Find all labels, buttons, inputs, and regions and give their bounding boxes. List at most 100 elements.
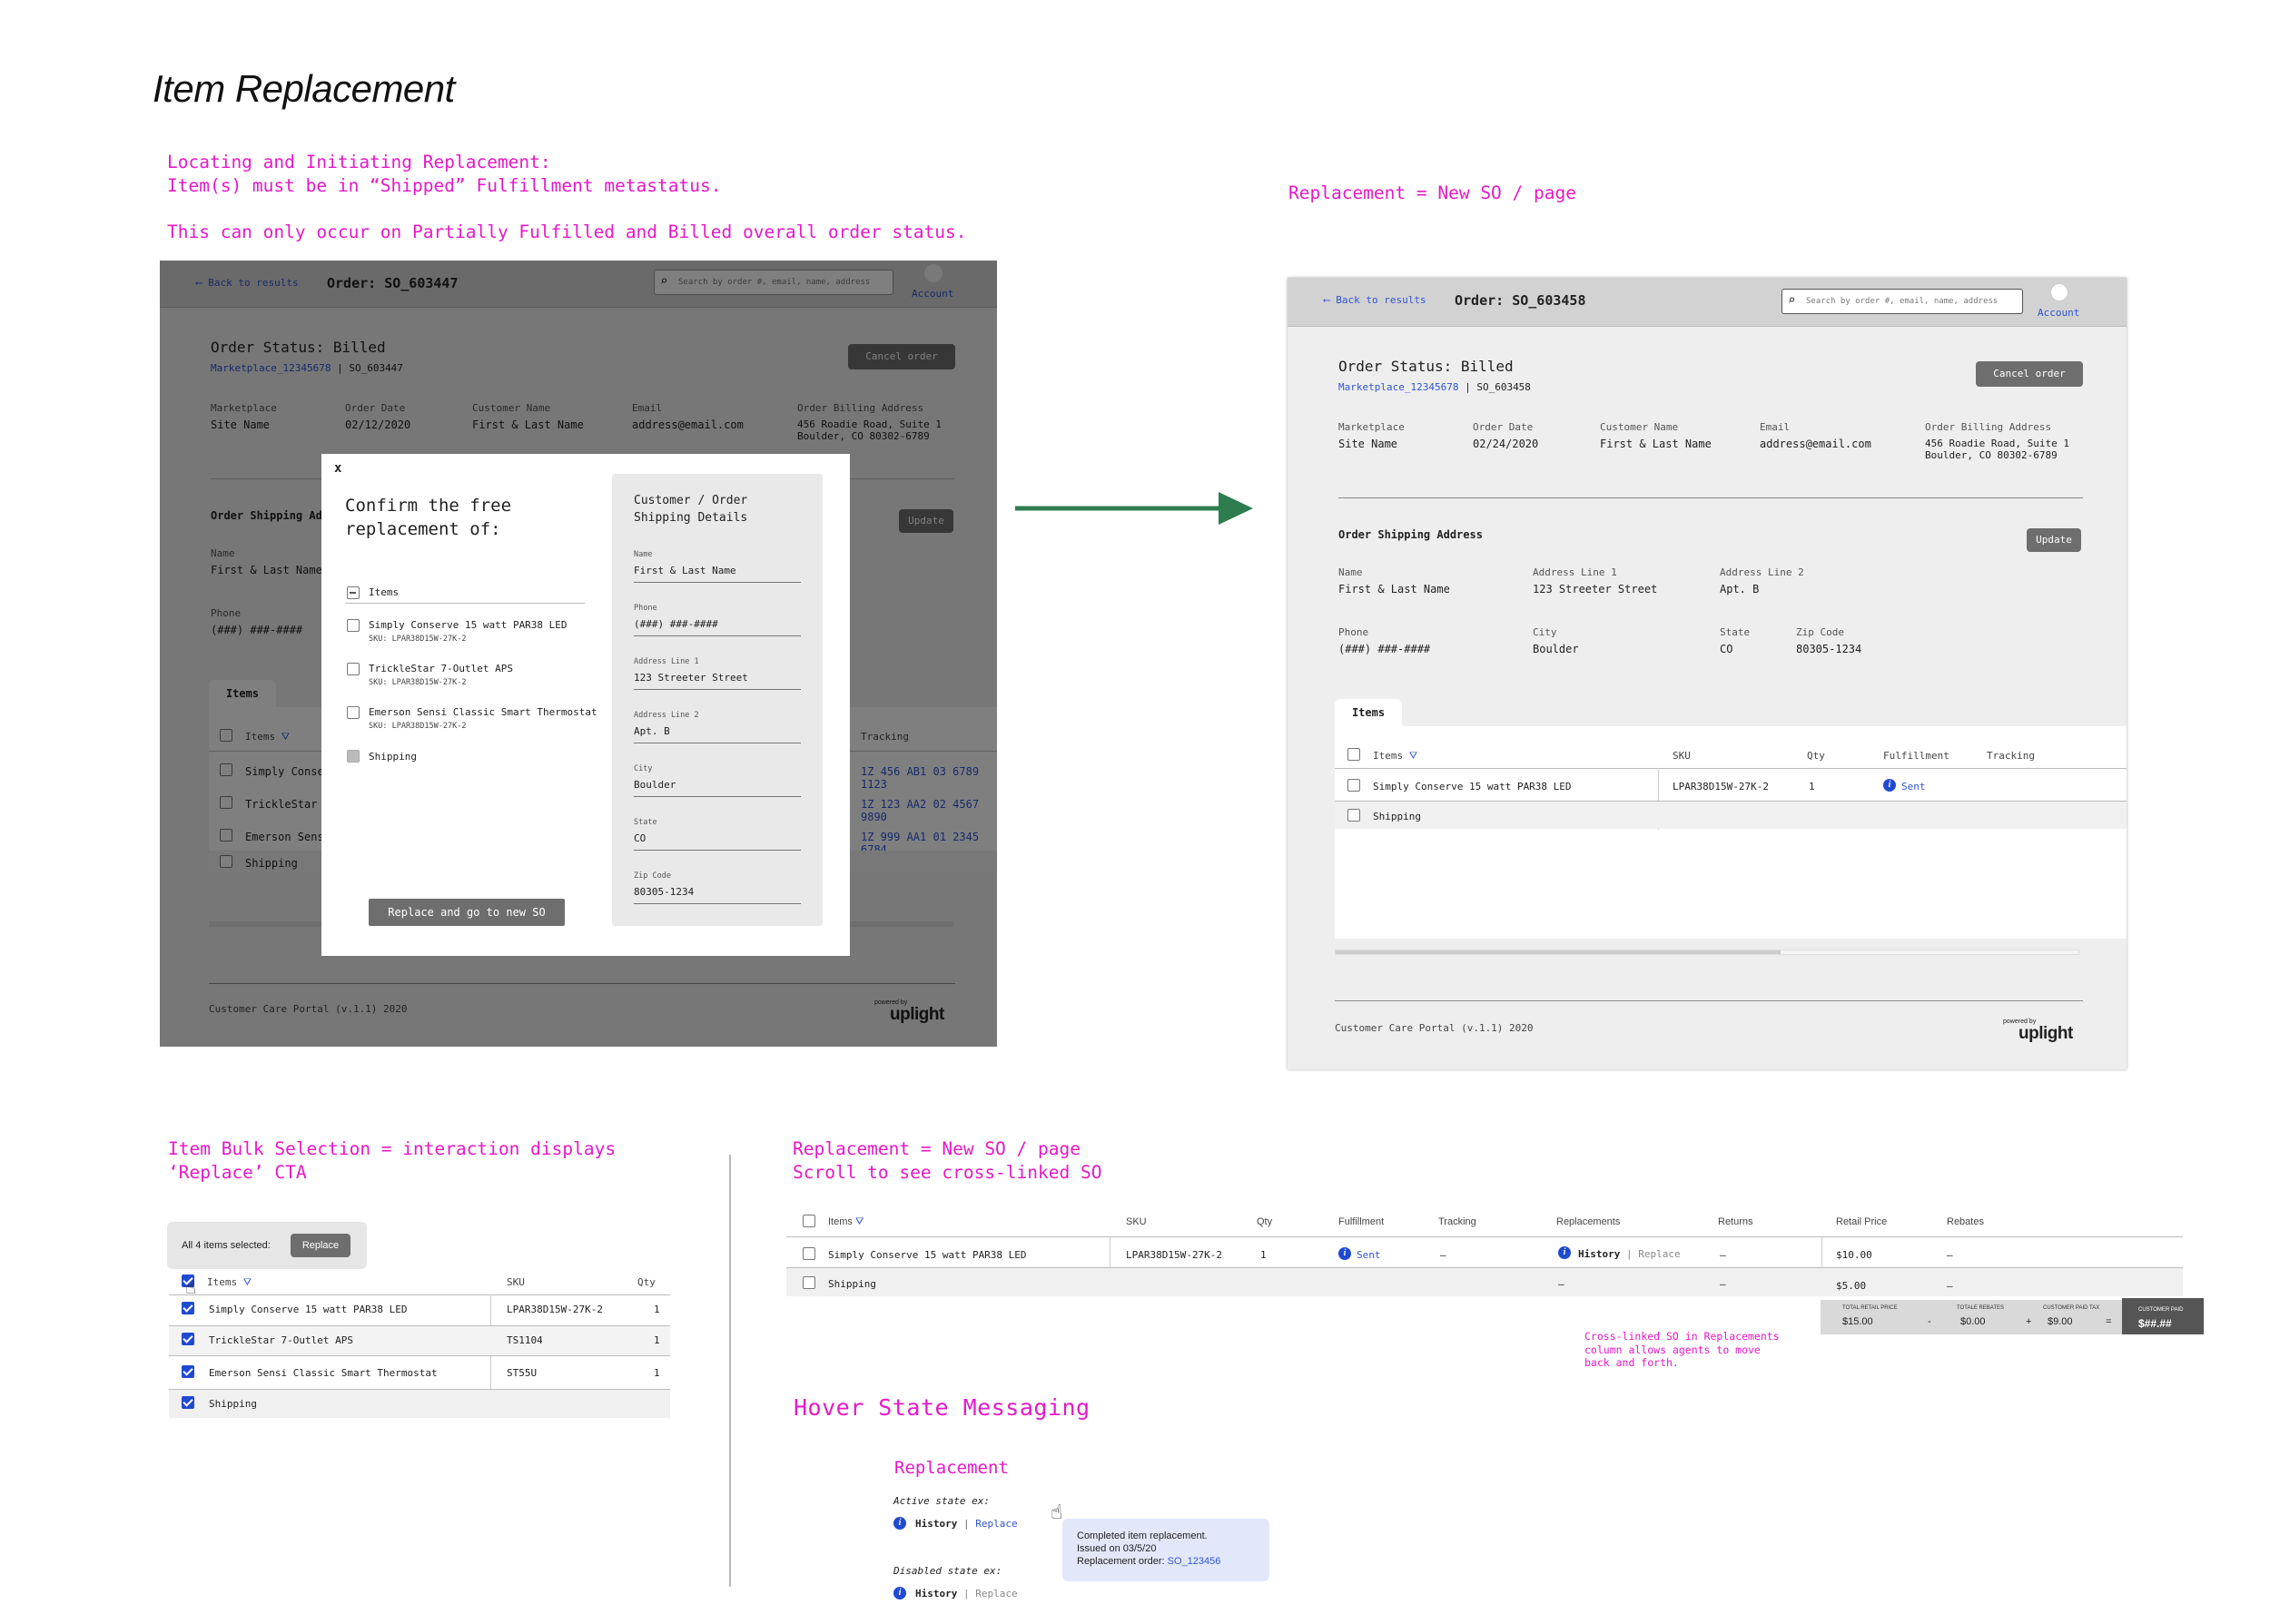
totals-bar: TOTAL RETAIL PRICE $15.00 - TOTALE REBAT… <box>1821 1298 2204 1334</box>
price-cell: $5.00 <box>1836 1280 1867 1292</box>
item-checkbox[interactable] <box>347 619 360 632</box>
hover-tooltip: Completed item replacement. Issued on 03… <box>1062 1519 1269 1581</box>
tooltip-line3-label: Replacement order: <box>1077 1556 1165 1567</box>
replace-link[interactable]: Replace <box>975 1518 1017 1530</box>
paid-label: CUSTOMER PAID <box>2138 1307 2184 1313</box>
scrollbar[interactable] <box>1335 950 2079 955</box>
fulfillment-status-link[interactable]: Sent <box>1901 781 1926 792</box>
filter-icon[interactable]: ⛛ <box>1409 750 1417 762</box>
arrow-left-icon: ⟵ <box>1324 294 1337 306</box>
row-checkbox[interactable] <box>803 1276 815 1289</box>
filter-icon[interactable]: ⛛ <box>243 1276 252 1288</box>
label-order-date: Order Date <box>1473 421 1534 433</box>
city-field[interactable]: Boulder <box>634 779 801 797</box>
shipping-details-panel: Customer / Order Shipping Details Name F… <box>612 474 823 926</box>
account-link[interactable]: Account <box>2038 307 2079 319</box>
table-row: Shipping <box>1373 811 1421 822</box>
history-link[interactable]: History <box>1578 1248 1620 1260</box>
row-checkbox[interactable] <box>182 1302 194 1314</box>
tab-items[interactable]: Items <box>1335 699 1402 726</box>
name-field[interactable]: First & Last Name <box>634 565 801 583</box>
sku-cell: TS1104 <box>507 1334 543 1346</box>
col-tracking: Tracking <box>1987 750 2035 762</box>
zip-field[interactable]: 80305-1234 <box>634 886 801 904</box>
avatar[interactable] <box>2050 283 2068 301</box>
total-rebates-label: TOTALE REBATES <box>1957 1305 2005 1311</box>
label-state: State <box>1720 626 1751 638</box>
select-all-checkbox[interactable] <box>1347 748 1360 761</box>
label-billing: Order Billing Address <box>1925 421 2052 433</box>
row-checkbox[interactable] <box>1347 779 1360 792</box>
value-zip: 80305-1234 <box>1796 643 1862 655</box>
label-name: Name <box>1338 566 1363 578</box>
page-title: Item Replacement <box>153 67 455 110</box>
tracking-cell: – <box>1440 1249 1446 1261</box>
item-checkbox[interactable] <box>347 706 360 719</box>
label-city: City <box>1533 626 1557 638</box>
shipping-row <box>786 1268 2183 1296</box>
info-icon[interactable]: i <box>893 1517 906 1530</box>
tax-value: $9.00 <box>2048 1316 2073 1327</box>
back-link[interactable]: ⟵ Back to results <box>1324 294 1426 306</box>
row-checkbox[interactable] <box>182 1396 194 1409</box>
wide-items-table: Items ⛛ SKU Qty Fulfillment Tracking Rep… <box>786 1207 2183 1313</box>
replace-and-go-button[interactable]: Replace and go to new SO <box>369 899 565 926</box>
select-all-checkbox[interactable] <box>803 1215 815 1227</box>
marketplace-link[interactable]: Marketplace_12345678 <box>1338 381 1458 393</box>
uplight-logo: uplight <box>2018 1024 2073 1043</box>
history-link[interactable]: History <box>915 1518 957 1530</box>
note-scroll: Replacement = New SO / page Scroll to se… <box>793 1138 1102 1183</box>
item-checkbox[interactable] <box>347 663 360 675</box>
total-rebates-value: $0.00 <box>1960 1316 1986 1327</box>
info-icon[interactable]: i <box>1558 1246 1571 1259</box>
cursor-hand-icon: ☝ <box>1051 1501 1063 1524</box>
equals-sign: = <box>2106 1316 2112 1327</box>
bulk-selection-bar: All 4 items selected: Replace <box>167 1222 367 1269</box>
phone-field[interactable]: (###) ###-#### <box>634 618 801 636</box>
label-name: Name <box>634 550 653 559</box>
value-address2: Apt. B <box>1720 583 1760 595</box>
col-items: Items ⛛ <box>828 1216 864 1228</box>
row-checkbox[interactable] <box>1347 809 1360 822</box>
section-divider <box>729 1155 731 1587</box>
divider <box>1338 497 2083 498</box>
col-tracking: Tracking <box>1438 1216 1476 1227</box>
hover-replacement-title: Replacement <box>894 1458 1009 1478</box>
selected-count: All 4 items selected: <box>182 1240 271 1251</box>
value-customer: First & Last Name <box>1600 438 1712 450</box>
fulfillment-status-link[interactable]: Sent <box>1357 1249 1381 1261</box>
note-replacement-new: Replacement = New SO / page <box>1288 182 1576 203</box>
history-link[interactable]: History <box>915 1588 957 1599</box>
order-sub: Marketplace_12345678 | SO_603458 <box>1338 381 1531 393</box>
col-fulfillment: Fulfillment <box>1883 750 1949 762</box>
col-items-label: Items <box>828 1216 853 1227</box>
col-qty: Qty <box>1257 1216 1273 1227</box>
replace-button[interactable]: Replace <box>291 1234 350 1257</box>
minus-sign: - <box>1928 1316 1931 1327</box>
row-checkbox[interactable] <box>182 1333 194 1345</box>
info-icon[interactable]: i <box>1883 779 1896 792</box>
update-button[interactable]: Update <box>2027 528 2081 552</box>
info-icon[interactable]: i <box>1338 1247 1351 1260</box>
state-field[interactable]: CO <box>634 832 801 851</box>
shipping-row <box>1335 802 2127 829</box>
label-zip: Zip Code <box>1796 626 1844 638</box>
search-box[interactable]: ⌕ Search by order #, email, name, addres… <box>1781 289 2023 314</box>
returns-cell: – <box>1720 1249 1726 1261</box>
row-checkbox[interactable] <box>182 1365 194 1378</box>
sku-cell: LPAR38D15W-27K-2 <box>1126 1249 1222 1261</box>
col-retail-price: Retail Price <box>1836 1216 1888 1227</box>
address1-field[interactable]: 123 Streeter Street <box>634 672 801 690</box>
note-locating: Locating and Initiating Replacement: Ite… <box>167 152 967 242</box>
plus-sign: + <box>2026 1316 2032 1327</box>
address2-field[interactable]: Apt. B <box>634 725 801 743</box>
filter-icon[interactable]: ⛛ <box>855 1216 864 1227</box>
replacement-order-link[interactable]: SO_123456 <box>1168 1556 1221 1567</box>
item-name: TrickleStar 7-Outlet APS <box>369 663 513 674</box>
table-row: Simply Conserve 15 watt PAR38 LED <box>1373 781 1572 792</box>
qty-cell: 1 <box>1260 1249 1267 1261</box>
cancel-order-button[interactable]: Cancel order <box>1976 361 2083 387</box>
row-checkbox[interactable] <box>803 1247 815 1260</box>
close-icon[interactable]: x <box>334 461 341 476</box>
items-indeterminate-checkbox[interactable] <box>347 586 360 599</box>
